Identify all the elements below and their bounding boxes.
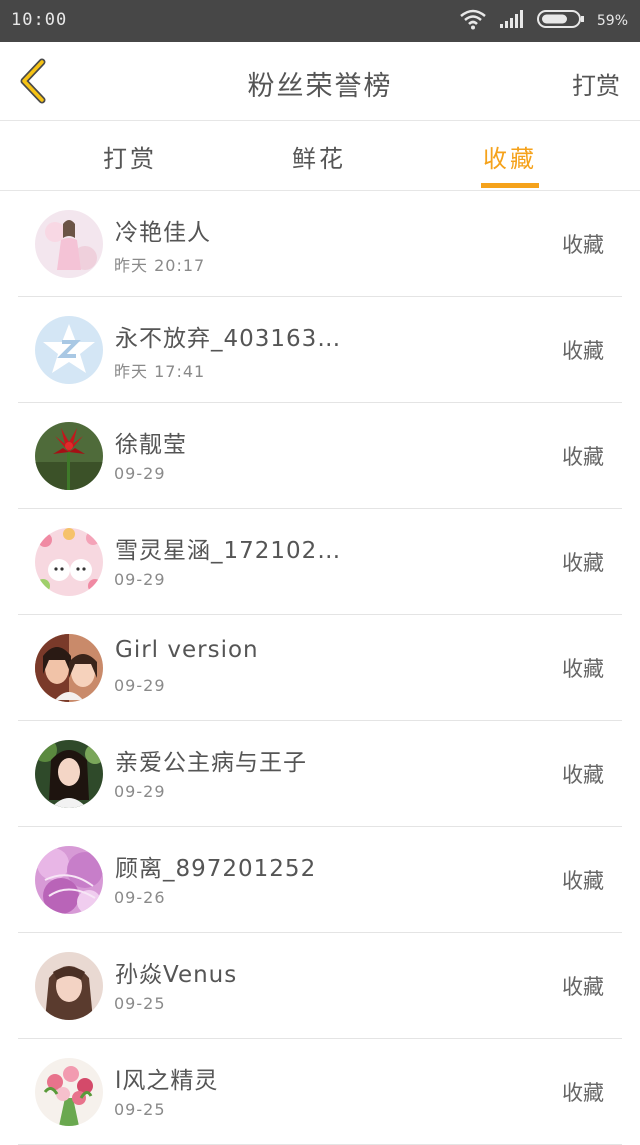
list-item[interactable]: 永不放弃_403163… 昨天 17:41 收藏 xyxy=(18,297,622,403)
fan-name: 孙焱Venus xyxy=(115,962,238,988)
tab-bar: 打赏 鲜花 收藏 xyxy=(0,121,640,191)
list-item[interactable]: 徐靓莹 09-29 收藏 xyxy=(18,403,622,509)
fan-time: 昨天 17:41 xyxy=(114,362,206,381)
favorite-label: 收藏 xyxy=(562,763,604,787)
fan-name: l风之精灵 xyxy=(115,1068,219,1094)
tab-flowers[interactable]: 鲜花 xyxy=(259,139,379,174)
fan-name: 顾离_897201252 xyxy=(115,856,317,882)
avatar xyxy=(35,634,103,702)
status-time: 10:00 xyxy=(11,10,68,30)
fan-time: 09-29 xyxy=(114,570,166,589)
avatar xyxy=(35,740,103,808)
avatar xyxy=(35,528,103,596)
favorite-label: 收藏 xyxy=(562,975,604,999)
list-item[interactable]: 冷艳佳人 昨天 20:17 收藏 xyxy=(18,191,622,297)
fan-list: 冷艳佳人 昨天 20:17 收藏 永不放弃_403163… 昨天 17:41 收… xyxy=(0,191,640,1145)
active-tab-indicator xyxy=(481,183,539,188)
list-item[interactable]: 亲爱公主病与王子 09-29 收藏 xyxy=(18,721,622,827)
signal-icon xyxy=(499,9,525,33)
battery-icon xyxy=(536,9,585,33)
avatar xyxy=(35,316,103,384)
fan-time: 09-29 xyxy=(114,782,166,801)
reward-button[interactable]: 打赏 xyxy=(572,66,620,101)
fan-time: 09-25 xyxy=(114,994,166,1013)
list-item[interactable]: Girl version 09-29 收藏 xyxy=(18,615,622,721)
list-item[interactable]: 雪灵星涵_172102… 09-29 收藏 xyxy=(18,509,622,615)
favorite-label: 收藏 xyxy=(562,233,604,257)
fan-name: Girl version xyxy=(115,637,259,663)
favorite-label: 收藏 xyxy=(562,445,604,469)
fan-time: 09-25 xyxy=(114,1100,166,1119)
avatar xyxy=(35,210,103,278)
fan-name: 冷艳佳人 xyxy=(115,220,211,246)
avatar xyxy=(35,1058,103,1126)
fan-name: 亲爱公主病与王子 xyxy=(115,750,307,776)
favorite-label: 收藏 xyxy=(562,1081,604,1105)
fan-time: 09-26 xyxy=(114,888,166,907)
tab-favorites[interactable]: 收藏 xyxy=(450,139,570,174)
favorite-label: 收藏 xyxy=(562,657,604,681)
status-icons: 59% xyxy=(459,9,628,33)
avatar xyxy=(35,422,103,490)
list-item[interactable]: 顾离_897201252 09-26 收藏 xyxy=(18,827,622,933)
favorite-label: 收藏 xyxy=(562,869,604,893)
favorite-label: 收藏 xyxy=(562,339,604,363)
fan-name: 雪灵星涵_172102… xyxy=(115,538,342,564)
favorite-label: 收藏 xyxy=(562,551,604,575)
navigation-bar: 粉丝荣誉榜 打赏 xyxy=(0,42,640,121)
fan-time: 09-29 xyxy=(114,464,166,483)
avatar xyxy=(35,952,103,1020)
wifi-icon xyxy=(459,8,487,34)
fan-time: 昨天 20:17 xyxy=(114,256,206,275)
status-bar: 10:00 59% xyxy=(0,0,640,42)
page-title: 粉丝荣誉榜 xyxy=(247,71,393,102)
battery-percent: 59% xyxy=(596,13,628,29)
list-item[interactable]: l风之精灵 09-25 收藏 xyxy=(18,1039,622,1145)
list-item[interactable]: 孙焱Venus 09-25 收藏 xyxy=(18,933,622,1039)
tab-reward[interactable]: 打赏 xyxy=(70,139,190,174)
fan-time: 09-29 xyxy=(114,676,166,695)
fan-name: 徐靓莹 xyxy=(115,432,187,458)
avatar xyxy=(35,846,103,914)
fan-name: 永不放弃_403163… xyxy=(115,326,342,352)
